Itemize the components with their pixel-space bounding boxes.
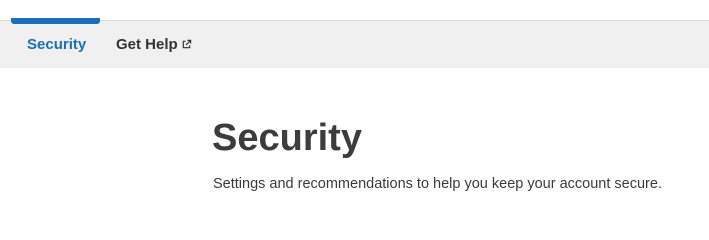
tab-security-label: Security [27,36,87,53]
active-tab-indicator [11,18,100,24]
tab-security[interactable]: Security [27,21,86,68]
external-link-icon [182,39,191,49]
page-subtitle: Settings and recommendations to help you… [213,176,662,192]
top-nav: Security Get Help [0,21,709,68]
page-title: Security [212,117,362,159]
tab-get-help[interactable]: Get Help [116,21,192,68]
tab-get-help-label: Get Help [116,36,178,53]
